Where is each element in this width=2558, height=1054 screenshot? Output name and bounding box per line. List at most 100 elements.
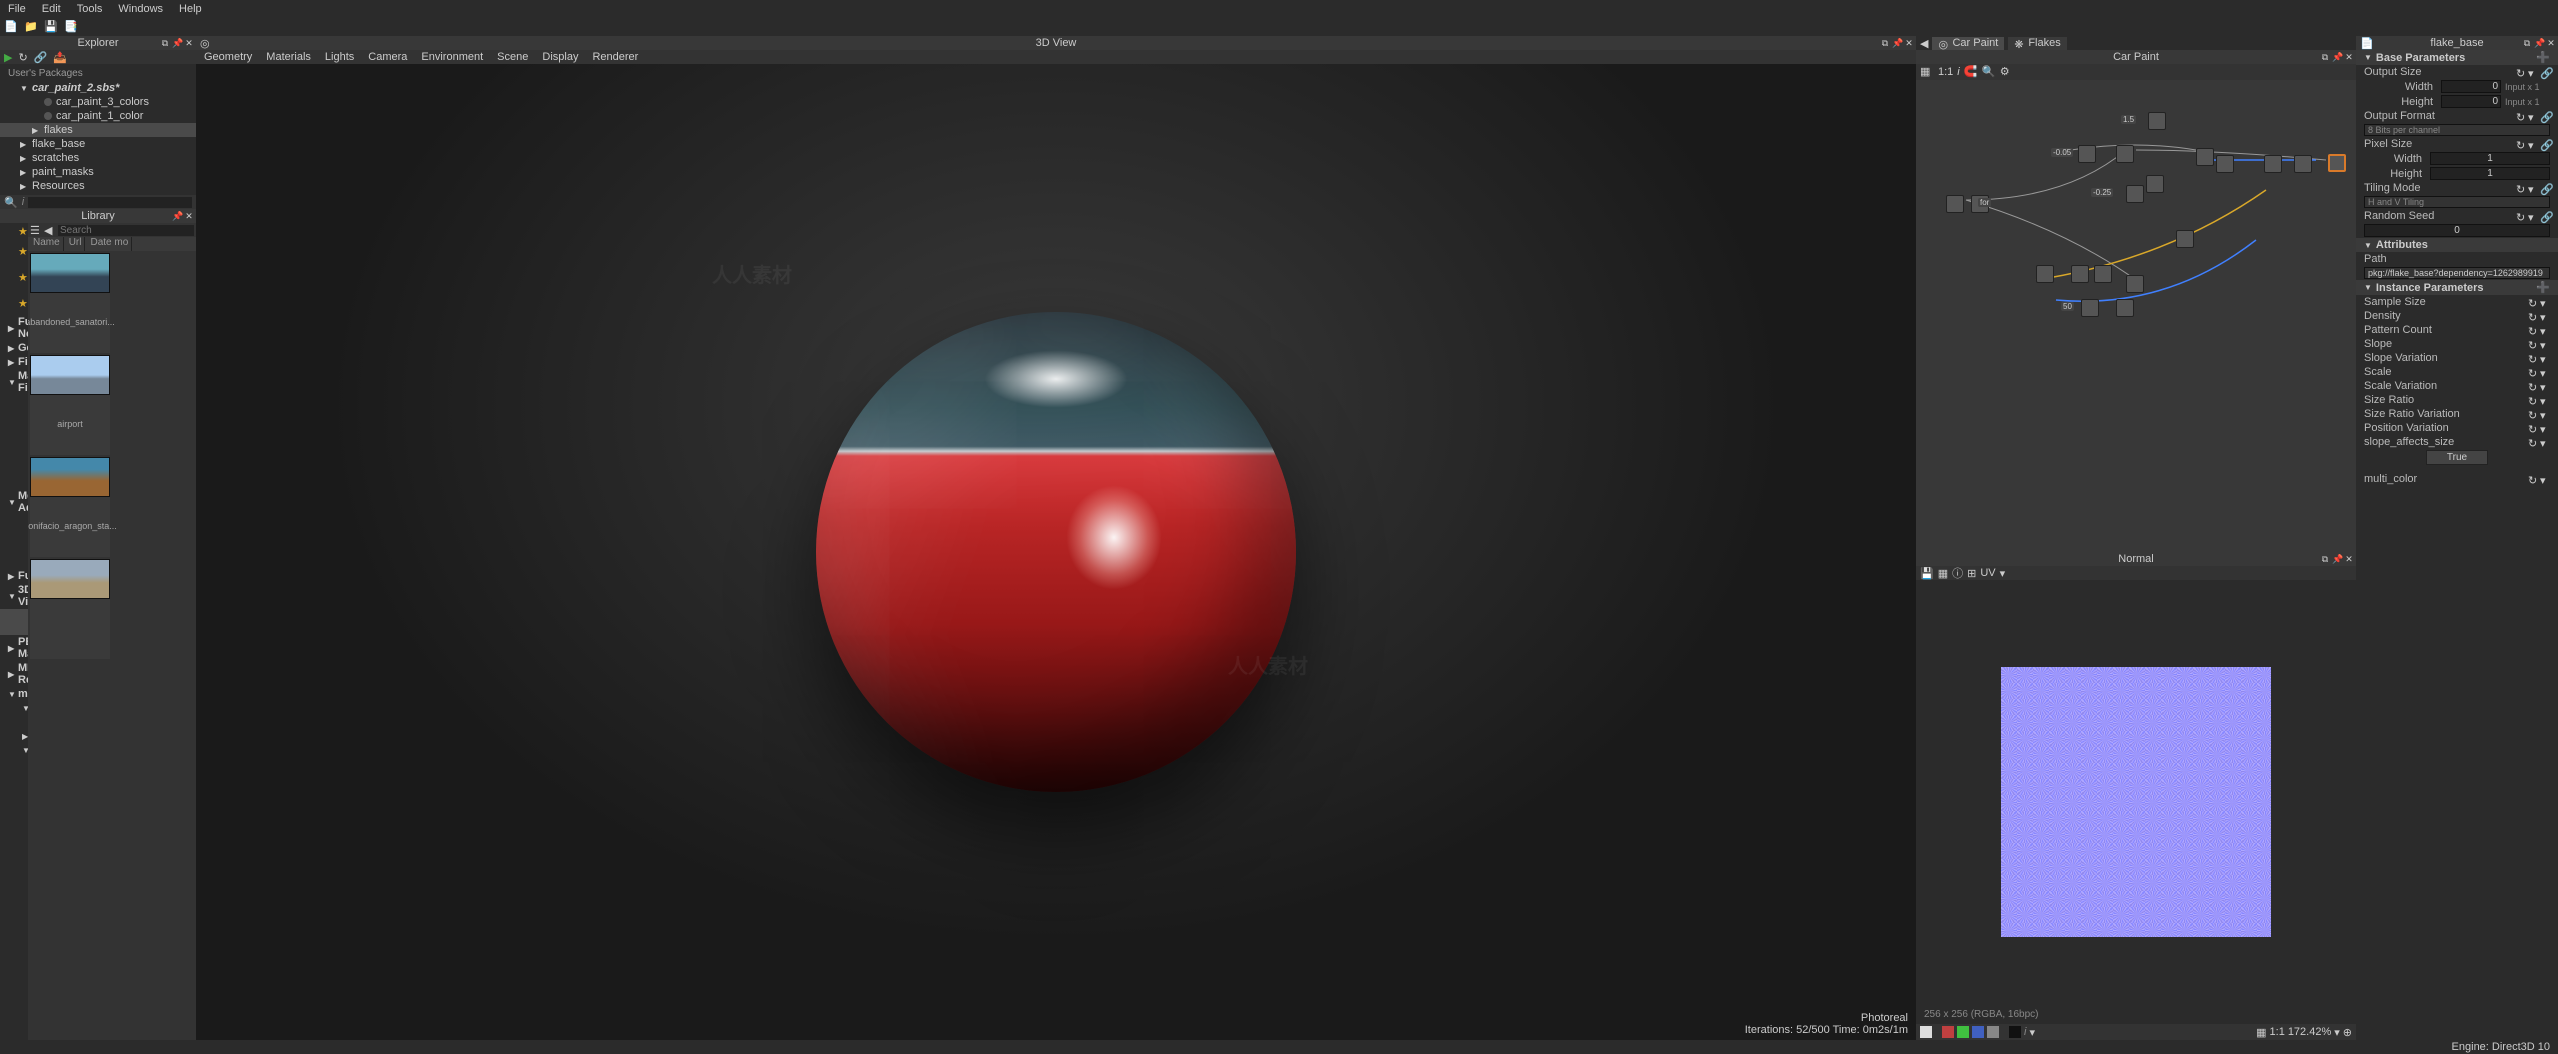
add-icon[interactable]: ➕ <box>2536 51 2550 64</box>
close-icon[interactable]: ✕ <box>1904 38 1914 48</box>
pin-icon[interactable]: 📌 <box>2534 38 2544 48</box>
lib-tree-item[interactable]: ★Favorites <box>0 223 28 237</box>
menu-lights[interactable]: Lights <box>325 51 354 63</box>
channel-g[interactable] <box>1957 1026 1969 1038</box>
menu-scene[interactable]: Scene <box>497 51 528 63</box>
menu-icon[interactable]: ▾ <box>2540 409 2550 419</box>
reset-icon[interactable]: ↻ <box>2528 325 2538 335</box>
magnet-icon[interactable]: 🧲 <box>1964 65 1978 79</box>
restore-icon[interactable]: ⧉ <box>2320 554 2330 564</box>
lib-tree-item[interactable]: ●Transforms <box>0 435 28 449</box>
menu-renderer[interactable]: Renderer <box>592 51 638 63</box>
menu-icon[interactable]: ▾ <box>2540 367 2550 377</box>
tree-item[interactable]: ▼car_paint_2.sbs* <box>0 81 196 95</box>
lib-tree-item[interactable]: ▼3D View <box>0 583 28 609</box>
tree-item[interactable]: car_paint_3_colors <box>0 95 196 109</box>
tiling-combo[interactable]: H and V Tiling <box>2364 196 2550 208</box>
tab-car-paint[interactable]: ◎Car Paint <box>1932 37 2004 50</box>
bg-black[interactable] <box>2009 1026 2021 1038</box>
pin-icon[interactable]: 📌 <box>172 211 182 221</box>
pin-icon[interactable]: 📌 <box>172 38 182 48</box>
preview-viewport[interactable]: 256 x 256 (RGBA, 16bpc) <box>1916 580 2356 1024</box>
lib-tree-item[interactable]: ▶Functions <box>0 569 28 583</box>
tree-item[interactable]: ▶paint_masks <box>0 165 196 179</box>
dropdown-icon[interactable]: ▾ <box>2029 1026 2035 1039</box>
tree-item[interactable]: car_paint_1_color <box>0 109 196 123</box>
menu-edit[interactable]: Edit <box>42 3 61 15</box>
lib-tree-item[interactable]: ▼nvidia <box>0 701 28 715</box>
reset-icon[interactable]: ↻ <box>2528 367 2538 377</box>
lib-tree-item[interactable]: ●Utilities <box>0 555 28 569</box>
reset-icon[interactable]: ↻ <box>2528 474 2538 484</box>
lib-tree-item[interactable]: ▶math <box>0 729 28 743</box>
link-icon[interactable]: 🔗 <box>2540 139 2550 149</box>
width-input[interactable] <box>2441 80 2501 93</box>
back-icon[interactable]: ◀ <box>44 224 56 236</box>
library-thumb[interactable]: bonifacio_aragon_sta... <box>30 457 110 557</box>
lib-tree-item[interactable]: ●Effects <box>0 421 28 435</box>
lib-tree-item[interactable]: ●1-Click <box>0 395 28 421</box>
tree-item[interactable]: ▶flakes <box>0 123 196 137</box>
lib-tree-item[interactable]: core_definitions <box>0 715 28 729</box>
reset-icon[interactable]: ↻ <box>2528 311 2538 321</box>
grid-icon[interactable]: ▦ <box>1938 567 1948 580</box>
channel-a[interactable] <box>1987 1026 1999 1038</box>
lib-tree-item[interactable]: ●PBR Utilities <box>0 463 28 489</box>
menu-help[interactable]: Help <box>179 3 202 15</box>
new-icon[interactable]: 📄 <box>4 20 18 34</box>
add-icon[interactable]: ➕ <box>2536 281 2550 294</box>
lib-tree-item[interactable]: Environment Maps <box>0 609 28 635</box>
reset-icon[interactable]: ↻ <box>2516 67 2526 77</box>
section-attributes[interactable]: ▼Attributes <box>2356 238 2558 252</box>
tile-icon[interactable]: ⊞ <box>1967 567 1976 580</box>
close-icon[interactable]: ✕ <box>2344 554 2354 564</box>
uv-label[interactable]: UV <box>1980 567 1995 579</box>
dropdown-icon[interactable]: ▾ <box>2334 1026 2340 1039</box>
lib-tree-item[interactable]: ▶Generators <box>0 341 28 355</box>
tab-flakes[interactable]: ❋Flakes <box>2008 37 2066 50</box>
link-icon[interactable]: 🔗 <box>34 51 48 64</box>
restore-icon[interactable]: ⧉ <box>2320 52 2330 62</box>
lib-tree-item[interactable]: ▶Filters <box>0 355 28 369</box>
zoom-1-1[interactable]: 1:1 <box>1938 66 1953 78</box>
zoom-dropdown[interactable]: 172.42% <box>2288 1026 2331 1038</box>
link-icon[interactable]: 🔗 <box>2540 211 2550 221</box>
menu-environment[interactable]: Environment <box>421 51 483 63</box>
reset-icon[interactable]: ↻ <box>2528 381 2538 391</box>
channel-r[interactable] <box>1942 1026 1954 1038</box>
menu-tools[interactable]: Tools <box>77 3 103 15</box>
pin-icon[interactable]: 📌 <box>1892 38 1902 48</box>
play-icon[interactable]: ▶ <box>4 51 12 64</box>
px-height-input[interactable] <box>2430 167 2550 180</box>
menu-windows[interactable]: Windows <box>118 3 163 15</box>
tree-item[interactable]: ▶flake_base <box>0 137 196 151</box>
reset-icon[interactable]: ↻ <box>2528 437 2538 447</box>
library-thumb[interactable]: airport <box>30 355 110 455</box>
filter-icon[interactable]: ☰ <box>30 224 42 236</box>
grid-icon[interactable]: ▦ <box>2256 1026 2266 1039</box>
menu-icon[interactable]: ▾ <box>2528 211 2538 221</box>
tree-item[interactable]: ▶Resources <box>0 179 196 193</box>
pin-icon[interactable]: 📌 <box>2332 52 2342 62</box>
lib-tree-item[interactable]: ▼alg <box>0 743 28 757</box>
reset-icon[interactable]: ↻ <box>2516 183 2526 193</box>
restore-icon[interactable]: ⧉ <box>1880 38 1890 48</box>
3d-viewport[interactable]: Photoreal Iterations: 52/500 Time: 0m2s/… <box>196 64 1916 1040</box>
library-thumb[interactable] <box>30 559 110 659</box>
channel-all[interactable] <box>1920 1026 1932 1038</box>
section-base-parameters[interactable]: ▼Base Parameters➕ <box>2356 50 2558 65</box>
link-icon[interactable]: 🔗 <box>2540 183 2550 193</box>
open-icon[interactable]: 📁 <box>24 20 38 34</box>
lib-tree-item[interactable]: ▶MDL Resources <box>0 661 28 687</box>
channel-b[interactable] <box>1972 1026 1984 1038</box>
options-icon[interactable]: ⚙ <box>2000 65 2014 79</box>
menu-icon[interactable]: ▾ <box>2540 381 2550 391</box>
save-icon[interactable]: 💾 <box>1920 567 1934 580</box>
close-icon[interactable]: ✕ <box>2546 38 2556 48</box>
reset-icon[interactable]: ↻ <box>2528 353 2538 363</box>
menu-icon[interactable]: ▾ <box>2540 297 2550 307</box>
save-icon[interactable]: 💾 <box>44 20 58 34</box>
menu-icon[interactable]: ▾ <box>2540 339 2550 349</box>
lib-tree-item[interactable]: ▼Material Filters <box>0 369 28 395</box>
reset-icon[interactable]: ↻ <box>2528 409 2538 419</box>
